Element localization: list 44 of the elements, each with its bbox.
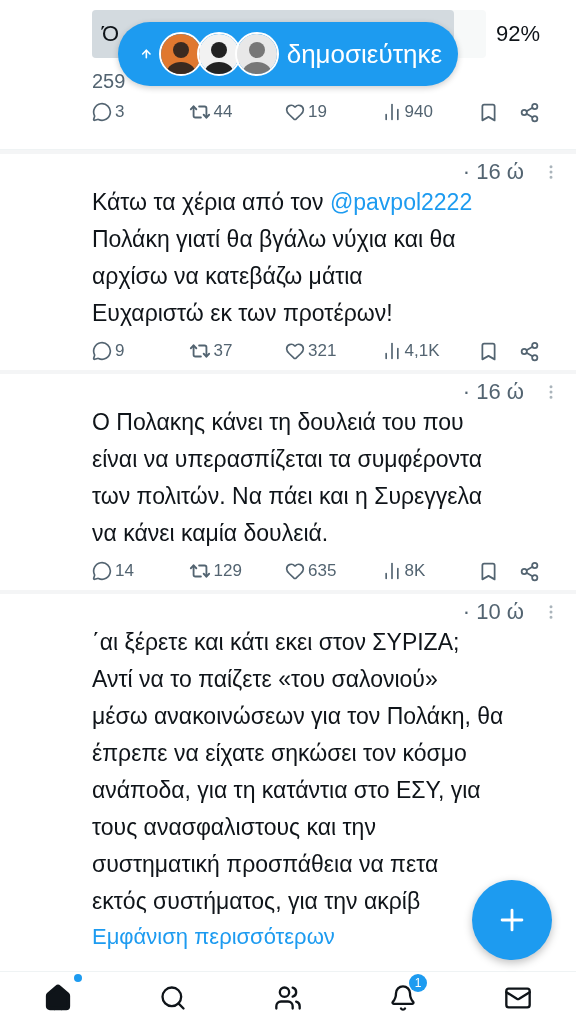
post-text-line: αρχίσω να κατεβάζω μάτια: [92, 262, 363, 291]
heart-icon: [285, 341, 305, 361]
post-text-line: ανάποδα, για τη κατάντια στο ΕΣΥ, για: [92, 776, 481, 805]
repost-count[interactable]: 37: [188, 340, 259, 362]
heart-icon: [285, 561, 305, 581]
post-text-line: να κάνει καμία δουλειά.: [92, 519, 329, 548]
reply-count[interactable]: 9: [92, 341, 162, 361]
reply-count[interactable]: 3: [92, 102, 162, 122]
post-text-line: έπρεπε να είχατε σηκώσει τον κόσμο: [92, 739, 467, 768]
view-count[interactable]: 8K: [381, 561, 452, 581]
share-icon[interactable]: [519, 340, 540, 362]
post-text-line: μέσω ανακοινώσεων για τον Πολάκη, θα: [92, 702, 504, 731]
share-icon[interactable]: [519, 560, 540, 582]
compose-button[interactable]: [472, 880, 552, 960]
reply-icon: [92, 341, 112, 361]
post-time: · 10 ώ: [462, 599, 524, 625]
post-text-line: Αντί να το παίζετε «του σαλονιού»: [92, 665, 438, 694]
poll-percent: 92%: [495, 21, 540, 47]
post-time: · 16 ώ: [462, 379, 524, 405]
post-text-line: των πολιτών. Να πάει και η Συρεγγελα: [92, 482, 483, 511]
post-text-line: εκτός συστήματος, για την ακρίβ: [92, 887, 421, 916]
post-text-line: ΄αι ξέρετε και κάτι εκει στον ΣΥΡΙΖΑ;: [92, 628, 460, 657]
like-count[interactable]: 321: [285, 341, 355, 361]
post-text-line: Κάτω τα χέρια από τον @pavpol2222: [92, 188, 473, 217]
post-text-line: συστηματική προσπάθεια να πετα: [92, 850, 439, 879]
post-text-line: Πολάκη γιατί θα βγάλω νύχια και θα: [92, 225, 456, 254]
reply-icon: [92, 561, 112, 581]
post-time: · 16 ώ: [462, 159, 524, 185]
reply-count[interactable]: 14: [92, 561, 162, 581]
poll-option: Ό: [102, 21, 120, 47]
post-text-line: τους ανασφαλιστους και την: [92, 813, 376, 842]
view-count[interactable]: 4,1K: [381, 341, 452, 361]
post-text-line: είναι να υπερασπίζεται τα συμφέροντα: [92, 445, 483, 474]
post-text-line: Ο Πολακης κάνει τη δουλειά του που: [92, 408, 464, 437]
notification-badge: 1: [409, 974, 428, 992]
like-count[interactable]: 635: [285, 561, 355, 581]
post-text-line: Ευχαριστώ εκ των προτέρων!: [92, 299, 393, 328]
heart-icon: [285, 102, 305, 122]
reply-icon: [92, 102, 112, 122]
repost-count[interactable]: 129: [188, 560, 259, 582]
view-count[interactable]: 940: [381, 102, 452, 122]
repost-count[interactable]: 44: [188, 101, 259, 123]
share-icon[interactable]: [519, 101, 540, 123]
like-count[interactable]: 19: [285, 102, 355, 122]
